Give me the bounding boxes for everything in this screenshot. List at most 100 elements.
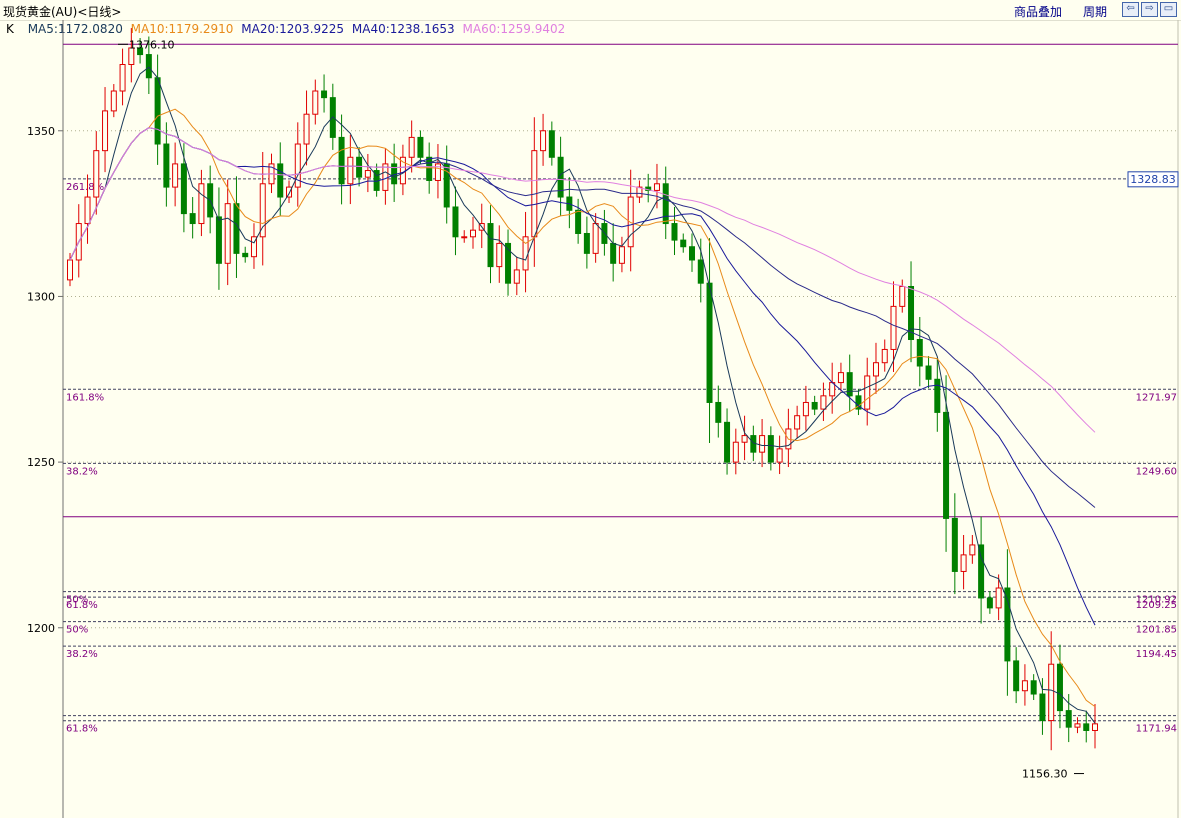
candle-up: [93, 150, 100, 198]
candle-down: [321, 90, 328, 99]
candle-down: [724, 421, 731, 463]
candle-up: [802, 401, 809, 417]
candle-up: [1048, 663, 1055, 722]
candle-up: [960, 554, 967, 572]
candle-down: [242, 252, 249, 258]
candle-up: [759, 435, 766, 453]
y-tick-label: 1300: [27, 290, 55, 303]
candle-down: [277, 163, 284, 198]
candle-down: [925, 365, 932, 380]
candle-down: [1065, 710, 1072, 728]
candle-down: [1083, 723, 1090, 731]
candle-down: [811, 401, 818, 410]
ma5-line: [69, 66, 1096, 724]
candle-down: [610, 242, 617, 264]
fib-left-label: 61.8%: [66, 724, 98, 735]
candle-up: [198, 183, 205, 225]
candle-down: [951, 517, 958, 572]
fib-left-label: 38.2%: [66, 466, 98, 477]
candle-down: [215, 216, 222, 264]
candle-down: [1039, 693, 1046, 722]
fib-right-label: 1201.85: [1136, 625, 1177, 636]
candle-down: [189, 213, 196, 225]
candle-up: [102, 110, 109, 152]
candle-down: [978, 544, 985, 599]
candle-up: [408, 136, 415, 158]
candle-up: [995, 587, 1002, 609]
fib-right-label: 1194.45: [1136, 649, 1177, 660]
candle-down: [180, 163, 187, 215]
candle-up: [890, 305, 897, 350]
candle-down: [697, 259, 704, 284]
candle-down: [163, 143, 170, 188]
candle-up: [119, 64, 126, 92]
candle-up: [513, 269, 520, 284]
candle-down: [916, 339, 923, 367]
candle-up: [741, 435, 748, 443]
candle-up: [172, 163, 179, 188]
candle-down: [548, 130, 555, 158]
candle-up: [732, 441, 739, 463]
candle-up: [1074, 723, 1081, 728]
candle-down: [426, 156, 433, 181]
candle-up: [364, 170, 371, 178]
candle-up: [1092, 723, 1098, 731]
candle-up: [776, 448, 783, 463]
candle-down: [986, 597, 993, 609]
candle-up: [794, 415, 801, 430]
candle-up: [1021, 680, 1028, 692]
candle-up: [67, 259, 73, 281]
candle-down: [689, 246, 696, 261]
high-price-label: 1376.10: [129, 38, 175, 51]
candle-up: [347, 156, 354, 185]
candle-down: [575, 209, 582, 234]
candle-up: [469, 229, 476, 238]
candle-up: [899, 285, 906, 307]
candle-down: [1013, 660, 1020, 692]
current-price-label: 1328.83: [1130, 173, 1176, 186]
candle-up: [382, 163, 389, 191]
fib-right-label: 1271.97: [1136, 392, 1177, 403]
candle-up: [872, 362, 879, 377]
y-tick-label: 1250: [27, 456, 55, 469]
candle-down: [356, 156, 363, 178]
candle-down: [767, 435, 774, 463]
candle-down: [1030, 680, 1037, 695]
candle-up: [259, 183, 266, 238]
candle-up: [653, 183, 660, 191]
candle-down: [1056, 663, 1063, 712]
candle-down: [417, 136, 424, 158]
fib-right-label: 1210.92: [1136, 595, 1177, 606]
candle-up: [110, 90, 117, 112]
candle-down: [452, 206, 459, 238]
candle-down: [934, 378, 941, 413]
candlestick-chart: 1200125013001350261.8%161.8% 1271.9738.2%…: [27, 20, 1179, 818]
chart-window: { "window_title": "现货黄金(AU)<日线>", "top_l…: [0, 0, 1181, 818]
candle-down: [715, 401, 722, 423]
candle-up: [540, 130, 547, 152]
candle-up: [592, 223, 599, 254]
fib-right-label: 1171.94: [1136, 724, 1177, 735]
candle-down: [680, 239, 687, 248]
candle-up: [312, 90, 319, 115]
candle-down: [233, 203, 240, 254]
candle-down: [154, 77, 161, 145]
candle-down: [145, 54, 152, 79]
candle-up: [496, 242, 503, 268]
candle-up: [84, 196, 91, 225]
candle-up: [224, 203, 231, 264]
candle-down: [943, 411, 950, 519]
candle-up: [399, 156, 406, 185]
candle-down: [662, 183, 669, 225]
candle-up: [618, 246, 625, 264]
candle-up: [864, 375, 871, 410]
candle-up: [461, 236, 468, 239]
fib-right-label: 1249.60: [1136, 466, 1177, 477]
low-price-label: 1156.30: [1022, 768, 1068, 781]
candle-up: [820, 395, 827, 410]
candle-down: [487, 223, 494, 268]
candle-down: [706, 282, 713, 403]
fib-left-label: 161.8%: [66, 392, 104, 403]
candle-down: [846, 372, 853, 397]
candle-down: [671, 223, 678, 241]
